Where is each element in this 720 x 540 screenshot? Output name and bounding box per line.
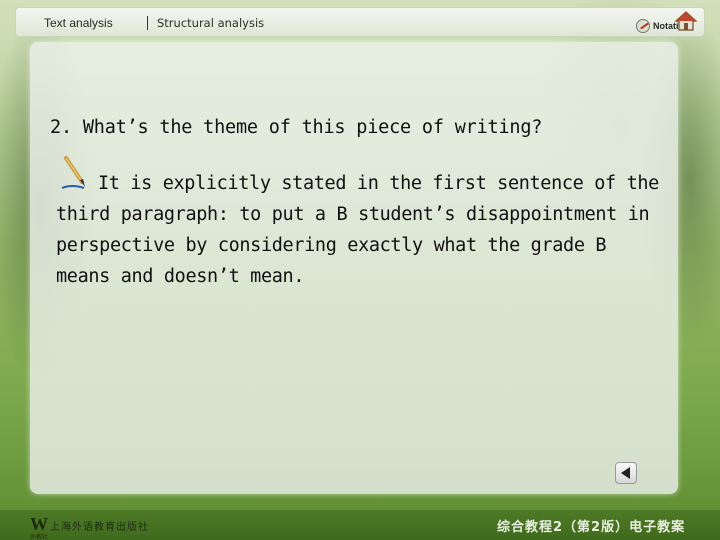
- publisher-name: 上海外语教育出版社: [50, 522, 149, 533]
- question-text: 2. What’s the theme of this piece of wri…: [50, 117, 543, 138]
- back-arrow-icon: [620, 467, 630, 479]
- tab-text-analysis[interactable]: Text analysis: [44, 16, 113, 30]
- book-title: 综合教程2（第2版）电子教案: [497, 520, 686, 535]
- publisher-subname: 外教社: [30, 534, 49, 540]
- home-icon[interactable]: [675, 10, 697, 32]
- publisher-logo: W: [30, 514, 48, 534]
- notation-icon: [636, 19, 650, 33]
- top-navigation-bar: Text analysis Structural analysis Notati…: [15, 7, 705, 37]
- back-button[interactable]: [615, 462, 637, 484]
- tab-structural-analysis[interactable]: Structural analysis: [157, 16, 264, 30]
- tab-separator: [147, 16, 148, 30]
- answer-text: It is explicitly stated in the first sen…: [56, 173, 659, 287]
- slide: Text analysis Structural analysis Notati…: [0, 0, 720, 540]
